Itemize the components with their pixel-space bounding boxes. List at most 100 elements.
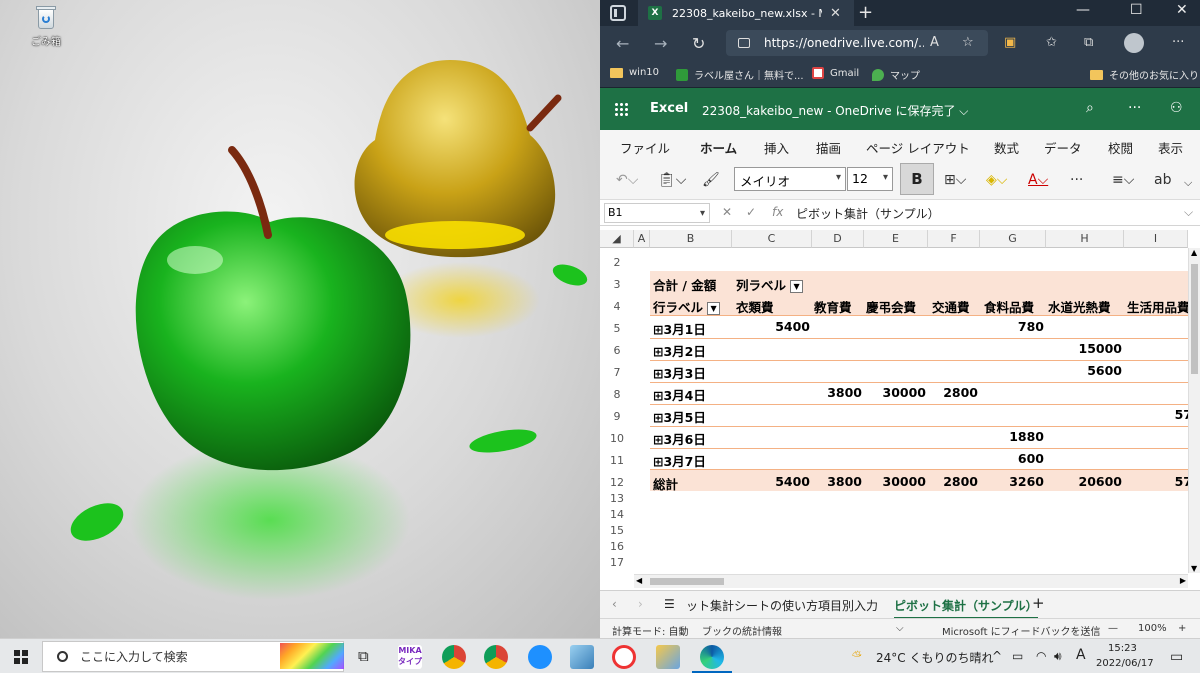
- tab-formulas[interactable]: 数式: [994, 138, 1019, 157]
- column-header-a[interactable]: A: [634, 230, 650, 248]
- pivot-sum-label[interactable]: 合計 / 金額: [653, 275, 716, 294]
- row-header[interactable]: 7: [600, 366, 634, 379]
- row-header[interactable]: 9: [600, 410, 634, 423]
- pivot-value-cell[interactable]: 5600: [1087, 363, 1122, 378]
- edge-app-icon[interactable]: [700, 645, 724, 669]
- pivot-total-cell[interactable]: 20600: [1079, 474, 1123, 489]
- search-icon[interactable]: ⌕: [1086, 100, 1094, 116]
- more-options-icon[interactable]: ···: [1128, 100, 1141, 116]
- column-header-f[interactable]: F: [928, 230, 980, 248]
- row-header[interactable]: 6: [600, 344, 634, 357]
- scroll-left-icon[interactable]: ◀: [636, 576, 642, 585]
- fav-item-win10[interactable]: win10: [610, 67, 659, 78]
- search-highlight-image[interactable]: [280, 643, 344, 669]
- sheet-tab-howto[interactable]: ット集計シートの使い方: [686, 597, 818, 614]
- pivot-value-cell[interactable]: 780: [1018, 319, 1044, 334]
- all-sheets-icon[interactable]: ☰: [664, 597, 675, 611]
- pivot-value-cell[interactable]: 1880: [1009, 429, 1044, 444]
- wrap-text-icon[interactable]: ab: [1154, 172, 1171, 188]
- pivot-header-cell[interactable]: 教育費: [814, 297, 852, 316]
- zoom-out-icon[interactable]: —: [1108, 623, 1118, 634]
- calc-mode-status[interactable]: 計算モード: 自動: [612, 623, 689, 638]
- pivot-row-label-cell[interactable]: ⊞3月5日: [653, 407, 706, 426]
- column-header-b[interactable]: B: [650, 230, 732, 248]
- tab-review[interactable]: 校閲: [1108, 138, 1133, 157]
- recycle-bin-shortcut[interactable]: ごみ箱: [22, 4, 70, 48]
- pivot-row-label-cell[interactable]: ⊞3月2日: [653, 341, 706, 360]
- undo-icon[interactable]: ↶⌵: [616, 172, 638, 188]
- horizontal-scrollbar[interactable]: ◀ ▶: [634, 574, 1188, 588]
- sheet-tab-pivot-sample[interactable]: ピボット集計（サンプル）: [894, 597, 1038, 619]
- wifi-icon[interactable]: ◠: [1036, 649, 1046, 663]
- collections-icon[interactable]: ⧉: [1084, 35, 1093, 50]
- row-header[interactable]: 5: [600, 322, 634, 335]
- enter-icon[interactable]: ✓: [746, 205, 756, 219]
- column-header-e[interactable]: E: [864, 230, 928, 248]
- expand-formula-icon[interactable]: ⌵: [1184, 205, 1193, 220]
- maximize-icon[interactable]: ☐: [1130, 2, 1143, 18]
- row-header[interactable]: 16: [600, 540, 634, 553]
- tab-insert[interactable]: 挿入: [764, 138, 789, 157]
- tab-close-icon[interactable]: ✕: [830, 6, 841, 21]
- start-button-windows-icon[interactable]: [14, 650, 28, 664]
- insert-function-icon[interactable]: fx: [772, 205, 783, 219]
- volume-icon[interactable]: 🔊︎: [1054, 649, 1062, 664]
- format-painter-icon[interactable]: 🖌︎: [702, 172, 720, 188]
- clock-date[interactable]: 2022/06/17: [1096, 658, 1154, 669]
- back-icon[interactable]: ←: [616, 34, 629, 53]
- notepad-app-icon[interactable]: [570, 645, 594, 669]
- filter-dropdown-icon[interactable]: ▼: [790, 280, 804, 293]
- row-header[interactable]: 17: [600, 556, 634, 569]
- tray-expand-icon[interactable]: ^: [992, 649, 1002, 663]
- new-tab-icon[interactable]: +: [858, 2, 873, 23]
- fav-item-label-shop[interactable]: ラベル屋さん｜無料で...: [676, 67, 804, 82]
- fav-item-maps[interactable]: マップ: [872, 67, 920, 82]
- ime-indicator[interactable]: A: [1076, 647, 1086, 663]
- tab-home[interactable]: ホーム: [700, 138, 738, 164]
- read-aloud-icon[interactable]: A: [930, 35, 939, 50]
- window-close-icon[interactable]: ✕: [1176, 2, 1188, 18]
- select-all-corner[interactable]: ◢: [600, 230, 634, 248]
- pivot-header-cell[interactable]: 慶弔会費: [866, 297, 916, 316]
- sheet-next-icon[interactable]: ›: [638, 597, 643, 611]
- alexa-app-icon[interactable]: [528, 645, 552, 669]
- font-name-select[interactable]: メイリオ ▾: [734, 167, 846, 191]
- fav-other-favorites[interactable]: その他のお気に入り: [1090, 67, 1199, 82]
- tab-actions-icon[interactable]: [610, 5, 626, 21]
- pivot-header-cell[interactable]: 水道光熱費: [1048, 297, 1111, 316]
- tab-draw[interactable]: 描画: [816, 138, 841, 157]
- pivot-value-cell[interactable]: 2800: [943, 385, 978, 400]
- row-header[interactable]: 12: [600, 476, 634, 489]
- pivot-row-label[interactable]: 行ラベル ▼: [653, 297, 721, 316]
- fav-item-gmail[interactable]: Gmail: [812, 67, 859, 79]
- pivot-value-cell[interactable]: 600: [1018, 451, 1044, 466]
- pivot-header-cell[interactable]: 衣類費: [736, 297, 774, 316]
- row-header[interactable]: 2: [600, 256, 634, 269]
- document-title[interactable]: 22308_kakeibo_new - OneDrive に保存完了 ⌵: [702, 102, 968, 119]
- tab-file[interactable]: ファイル: [620, 138, 670, 157]
- pivot-value-cell[interactable]: 3800: [827, 385, 862, 400]
- vertical-scrollbar[interactable]: ▲ ▼: [1188, 248, 1200, 573]
- pivot-row-label-cell[interactable]: ⊞3月1日: [653, 319, 706, 338]
- add-sheet-icon[interactable]: +: [1032, 594, 1045, 612]
- column-header-d[interactable]: D: [812, 230, 864, 248]
- paint-app-icon[interactable]: [612, 645, 636, 669]
- row-header[interactable]: 4: [600, 300, 634, 313]
- favorites-icon[interactable]: ✩: [1046, 35, 1057, 50]
- weather-icon[interactable]: ⛅︎: [852, 649, 862, 664]
- battery-icon[interactable]: ▭: [1012, 649, 1023, 663]
- pivot-row-label-cell[interactable]: ⊞3月3日: [653, 363, 706, 382]
- font-size-select[interactable]: 12 ▾: [847, 167, 893, 191]
- tab-page-layout[interactable]: ページ レイアウト: [866, 138, 970, 157]
- row-header[interactable]: 14: [600, 508, 634, 521]
- bold-button[interactable]: B: [900, 163, 934, 195]
- pivot-header-cell[interactable]: 食料品費: [984, 297, 1034, 316]
- account-icon[interactable]: ⚇: [1170, 100, 1183, 116]
- pivot-row-label-cell[interactable]: ⊞3月7日: [653, 451, 706, 470]
- pivot-total-cell[interactable]: 30000: [883, 474, 927, 489]
- chrome-profile-app-icon[interactable]: [484, 645, 508, 669]
- column-header-h[interactable]: H: [1046, 230, 1124, 248]
- column-header-i[interactable]: I: [1124, 230, 1188, 248]
- pivot-column-label[interactable]: 列ラベル ▼: [736, 275, 804, 294]
- pivot-value-cell[interactable]: 5400: [775, 319, 810, 334]
